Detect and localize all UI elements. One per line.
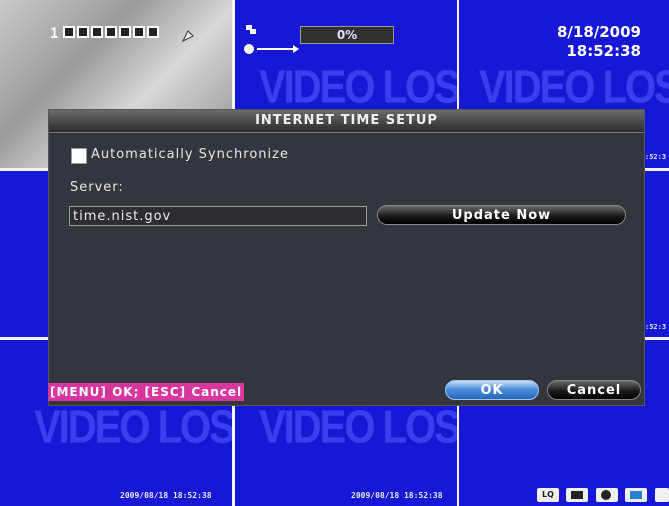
side-timestamp: :52:3 [645,323,667,331]
dialog-title: INTERNET TIME SETUP [49,110,644,133]
network-icon [246,25,256,34]
progress-text: 0% [336,28,358,42]
server-input[interactable]: time.nist.gov [69,206,367,226]
timestamp: 2009/08/18 18:52:38 [351,491,443,500]
side-timestamp: :52:3 [645,153,667,161]
video-loss-label: VIDEO LOSS [259,402,457,453]
video-loss-label: VIDEO LOSS [259,62,457,113]
backup-progress: 0% [300,26,394,44]
usb-icon [244,44,299,54]
auto-sync-checkbox[interactable] [71,148,87,164]
pin-icon [181,30,194,43]
internet-time-setup-dialog: INTERNET TIME SETUP Automatically Synchr… [48,109,645,406]
display-icon[interactable] [566,488,588,502]
lq-label: LQ [542,490,554,499]
key-hint: [MENU] OK; [ESC] Cancel [48,383,245,401]
server-label: Server: [70,180,124,195]
update-now-button[interactable]: Update Now [377,205,626,225]
ok-button[interactable]: OK [445,380,539,400]
record-icon[interactable] [596,488,618,502]
timestamp: 2009/08/18 18:52:38 [120,491,212,500]
time-display: 18:52:38 [566,42,641,60]
lq-icon[interactable]: LQ [537,488,559,502]
cancel-button[interactable]: Cancel [547,380,641,400]
date-display: 8/18/2009 [556,23,641,41]
video-loss-label: VIDEO LOSS [34,402,232,453]
video-loss-label: VIDEO LOSS [479,62,669,113]
more-icon[interactable] [655,488,669,502]
camera-icon[interactable] [625,488,647,502]
auto-sync-label: Automatically Synchronize [91,147,289,162]
channel-indicator: 1 [50,26,160,42]
channel-number: 1 [50,26,59,42]
